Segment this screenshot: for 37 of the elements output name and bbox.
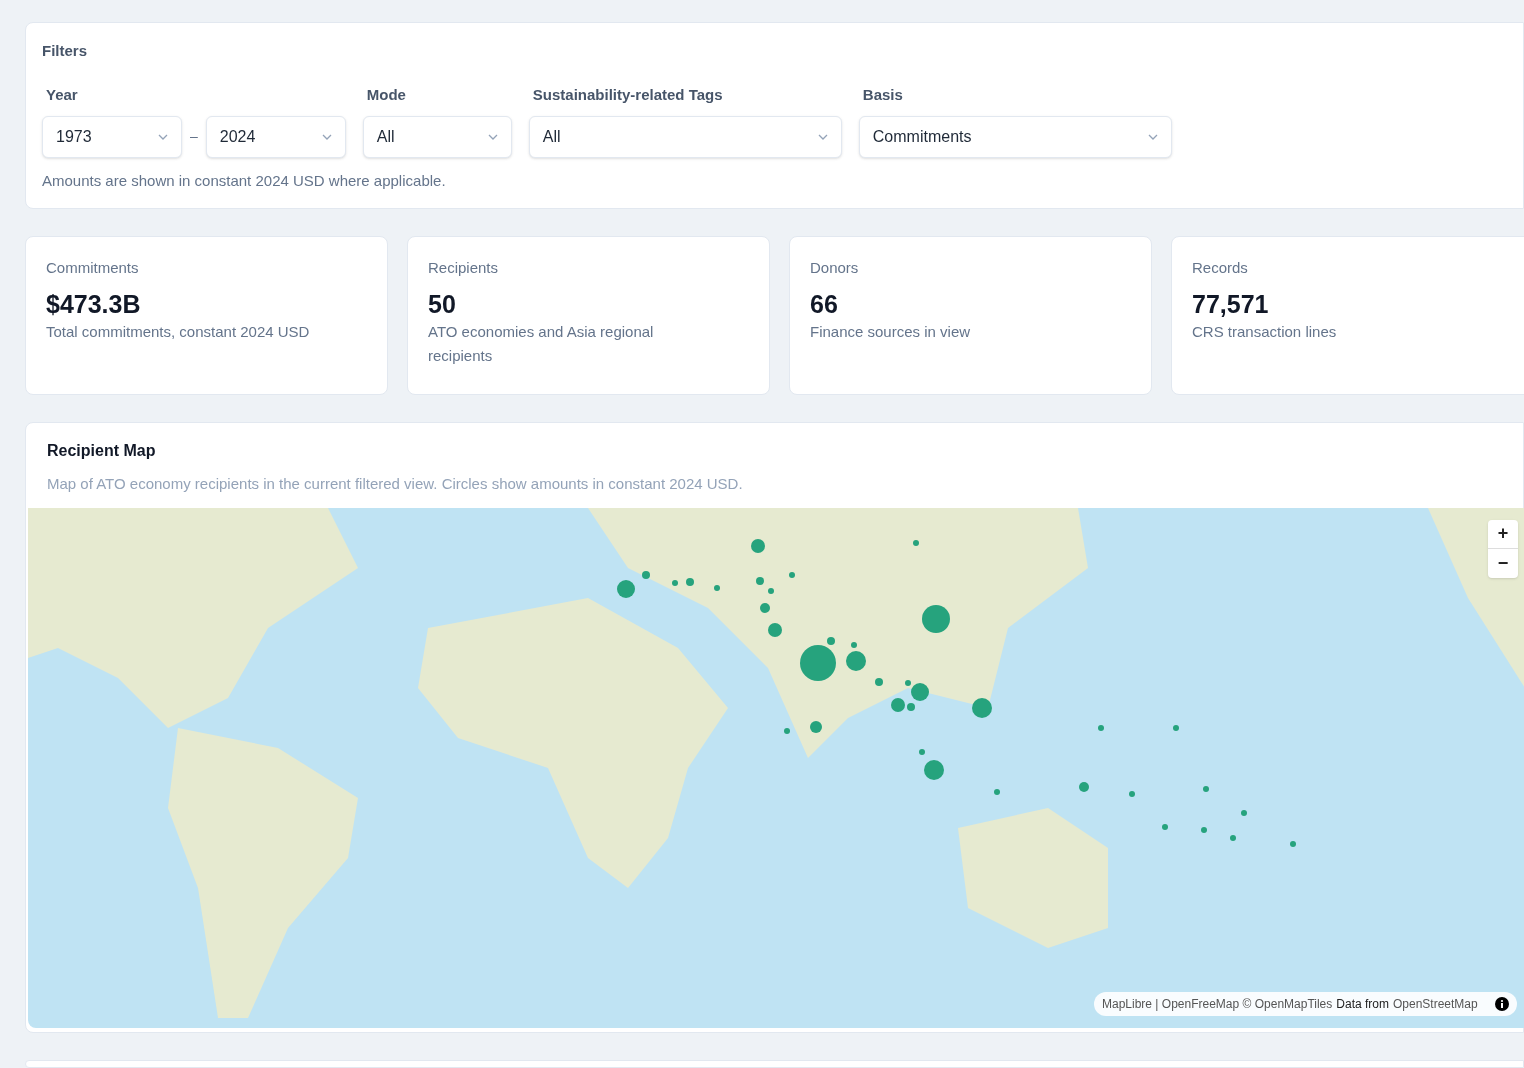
select-dropdown[interactable]: All [528,115,842,158]
stat-value: 77,571 [1192,288,1269,320]
stat-label: Recipients [428,258,499,278]
panel-title: Filters [42,41,87,61]
info-icon[interactable] [1495,996,1509,1011]
select-dropdown[interactable]: 1973 [42,115,182,158]
zoom-out-button[interactable]: − [1488,548,1518,578]
chevron-down-icon [487,133,498,140]
chevron-down-icon [1147,133,1158,140]
select-dropdown[interactable]: All [362,115,512,158]
stat-value: $473.3B [46,288,141,320]
stat-label: Commitments [46,258,139,278]
field-label: Sustainability-related Tags [531,85,723,105]
attribution-link[interactable]: OpenStreetMap [1393,994,1478,1013]
attribution-text: Data from [1336,995,1389,1013]
stat-value: 66 [810,288,838,320]
chevron-down-icon [321,133,332,140]
stat-caption: ATO economies and Asia regional recipients [428,321,655,366]
stat-caption: CRS transaction lines [1192,321,1337,342]
field-label: Basis [861,85,903,105]
attribution-link[interactable]: MapLibre | OpenFreeMap © OpenMapTiles [1102,994,1333,1013]
stat-label: Donors [810,258,859,278]
chevron-down-icon [817,133,828,140]
chevron-down-icon [158,133,168,140]
zoom-in-button[interactable]: + [1488,519,1518,549]
stat-value: 50 [428,288,456,320]
select-dropdown[interactable]: 2024 [205,115,346,158]
stat-label: Records [1192,258,1248,278]
range-separator: – [190,127,198,146]
field-label: Mode [365,85,406,105]
panel-subtitle: Map of ATO economy recipients in the current filtered view. Circles show amounts in constant 2024 USD. [47,474,743,494]
panel-title: Recipient Map [47,441,156,461]
note-text: Amounts are shown in constant 2024 USD where applicable. [42,170,446,191]
field-label: Year [45,85,78,105]
stat-caption: Finance sources in view [810,321,971,342]
stat-caption: Total commitments, constant 2024 USD [46,321,310,342]
select-dropdown[interactable]: Commitments [858,115,1172,158]
